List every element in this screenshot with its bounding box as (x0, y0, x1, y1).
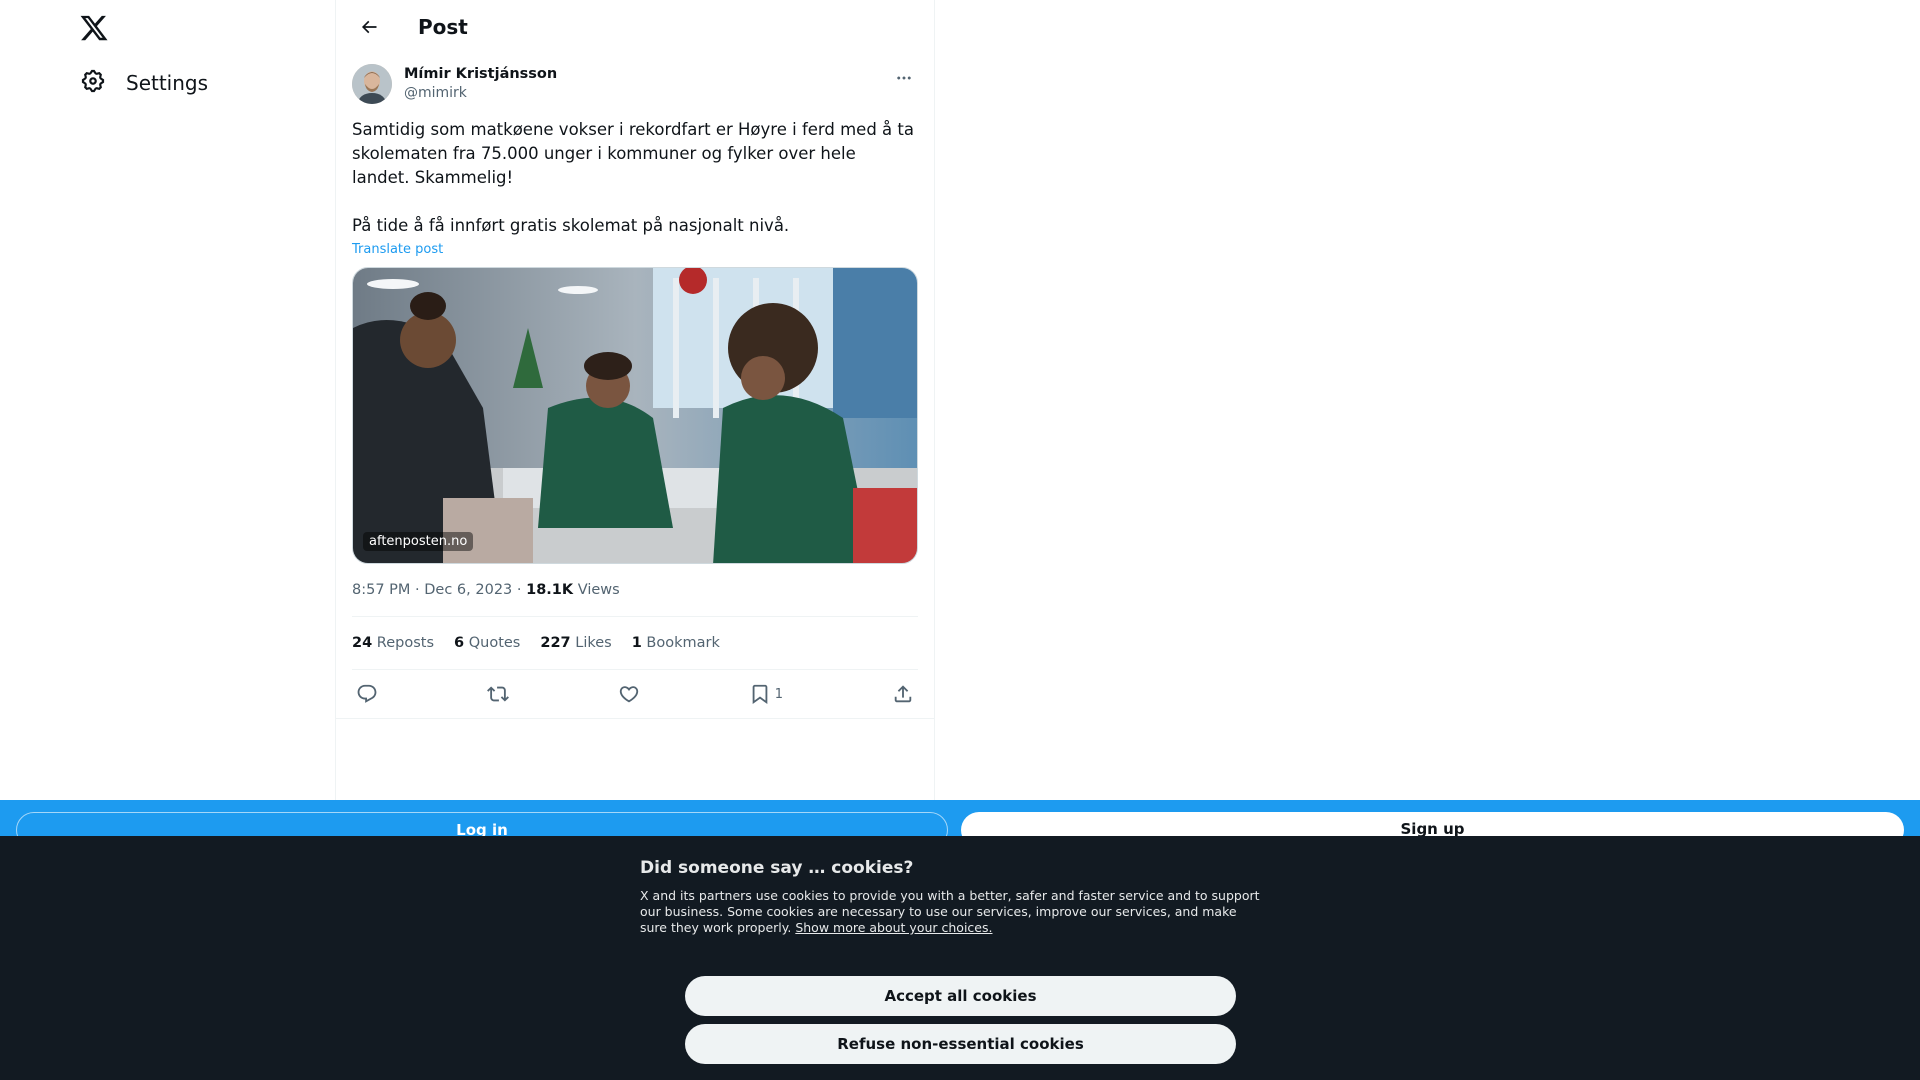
accept-cookies-button[interactable]: Accept all cookies (685, 976, 1236, 1016)
bookmarks-stat[interactable]: 1 Bookmark (632, 635, 720, 651)
signin-bar: Log in Sign up (0, 800, 1920, 848)
meta-separator: · (415, 582, 420, 598)
share-button[interactable] (892, 683, 914, 705)
nav-settings[interactable]: Settings (70, 62, 220, 104)
reposts-label: Reposts (376, 635, 435, 651)
cookie-title: Did someone say … cookies? (640, 858, 914, 878)
back-arrow-icon (361, 20, 377, 34)
post-header: Post (336, 0, 934, 54)
repost-icon (486, 686, 509, 702)
post-time[interactable]: 8:57 PM (352, 582, 410, 598)
page-title: Post (418, 15, 468, 39)
x-logo-icon[interactable] (79, 13, 109, 43)
likes-count: 227 (540, 635, 571, 651)
post-date[interactable]: Dec 6, 2023 (424, 582, 512, 598)
left-nav: Settings (0, 0, 335, 800)
cookie-content: Did someone say … cookies? X and its par… (640, 856, 1280, 1064)
reply-button[interactable] (356, 683, 378, 705)
share-icon (894, 685, 912, 703)
action-bar: 1 (352, 670, 918, 718)
views-label: Views (577, 582, 620, 598)
likes-stat[interactable]: 227 Likes (540, 635, 611, 651)
views-count: 18.1K (526, 582, 574, 598)
author-handle[interactable]: @mimirk (404, 84, 557, 102)
like-button[interactable] (618, 683, 640, 705)
meta-separator: · (516, 582, 522, 598)
gear-icon (80, 68, 106, 98)
likes-label: Likes (575, 635, 612, 651)
nav-settings-label: Settings (126, 71, 209, 95)
quotes-stat[interactable]: 6 Quotes (454, 635, 520, 651)
repost-button[interactable] (486, 683, 509, 705)
quotes-label: Quotes (468, 635, 521, 651)
author-display-name[interactable]: Mímir Kristjánsson (404, 64, 557, 84)
post-media-card[interactable]: aftenposten.no (352, 267, 918, 564)
post-meta: 8:57 PM · Dec 6, 2023 · 18.1K Views (352, 580, 918, 600)
quotes-count: 6 (454, 635, 465, 651)
cookie-body: X and its partners use cookies to provid… (640, 888, 1265, 936)
bookmarks-label: Bookmark (646, 635, 720, 651)
bookmark-count: 1 (774, 686, 784, 702)
more-options-button[interactable] (890, 64, 918, 92)
author-row: Mímir Kristjánsson @mimirk (352, 64, 918, 104)
reposts-count: 24 (352, 635, 373, 651)
cookie-choices-link[interactable]: Show more about your choices. (795, 920, 992, 935)
cookie-banner: Did someone say … cookies? X and its par… (0, 836, 1920, 1080)
reposts-stat[interactable]: 24 Reposts (352, 635, 434, 651)
divider (336, 718, 934, 719)
refuse-cookies-button[interactable]: Refuse non-essential cookies (685, 1024, 1236, 1064)
media-source-label: aftenposten.no (363, 532, 474, 551)
main-column: Post Mímir Kristjánsson @mimirk Samtidig… (335, 0, 935, 800)
more-dots-icon (897, 76, 911, 80)
translate-post-link[interactable]: Translate post (352, 242, 443, 257)
avatar[interactable] (352, 64, 392, 104)
like-icon (619, 686, 639, 703)
author-names: Mímir Kristjánsson @mimirk (404, 64, 557, 102)
bookmark-icon (752, 684, 768, 705)
back-button[interactable] (352, 10, 386, 44)
cafeteria-photo (353, 268, 917, 563)
post-text: Samtidig som matkøene vokser i rekordfar… (352, 120, 914, 235)
bookmarks-count: 1 (631, 635, 642, 651)
reply-icon (357, 684, 377, 703)
engagement-stats: 24 Reposts 6 Quotes 227 Likes 1 Bookmark (352, 617, 918, 669)
post: Mímir Kristjánsson @mimirk Samtidig som … (336, 64, 934, 719)
bookmark-button[interactable]: 1 (749, 683, 783, 705)
